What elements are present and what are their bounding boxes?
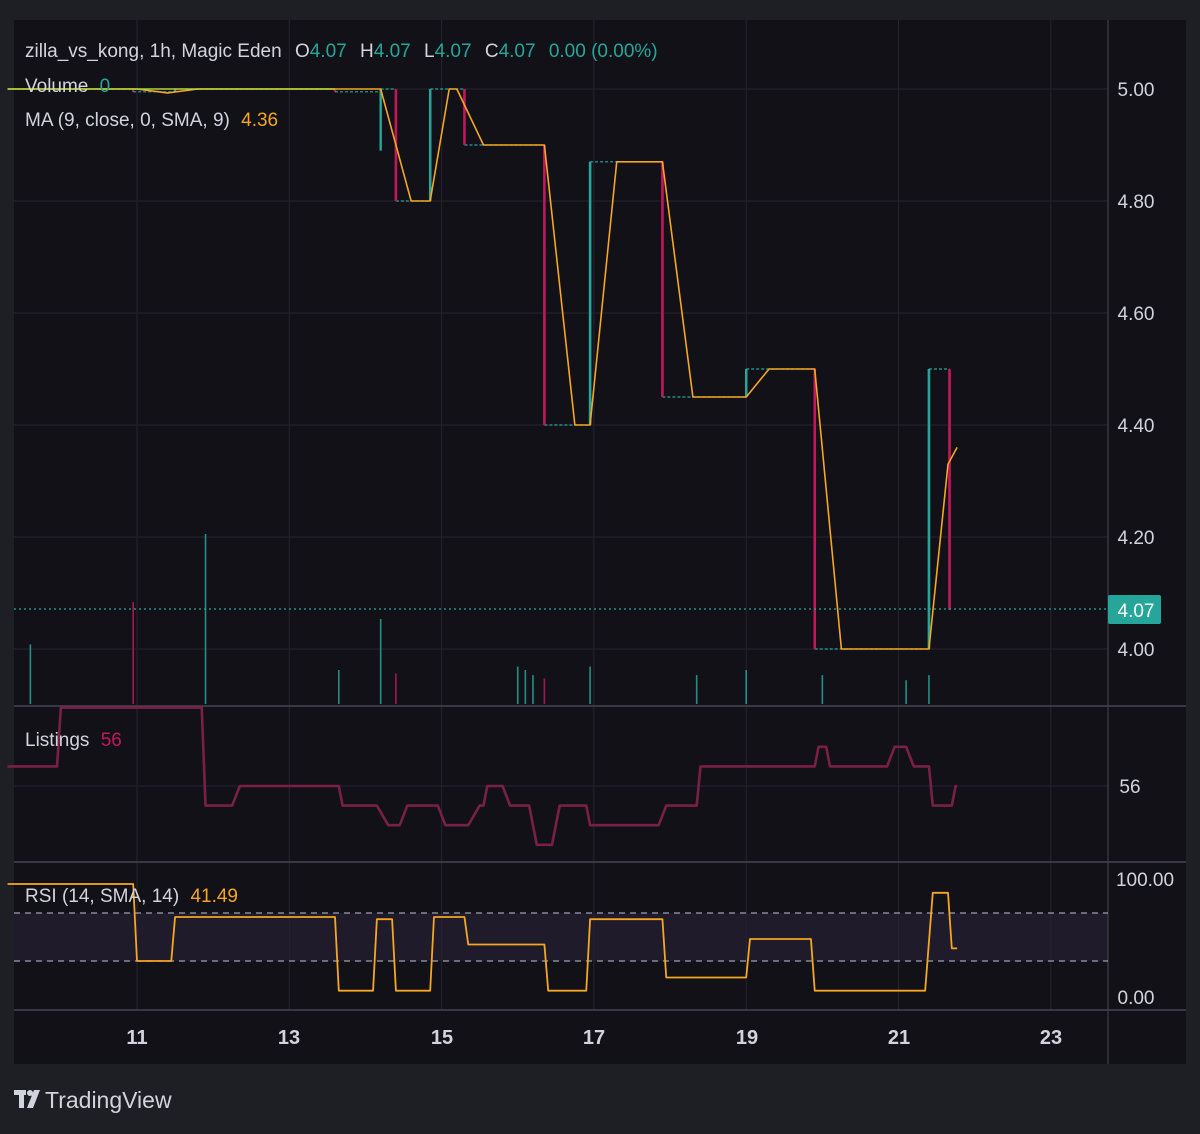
symbol-legend[interactable]: zilla_vs_kong, 1h, Magic Eden O4.07 H4.0…	[25, 41, 658, 62]
price-tick: 4.20	[1118, 528, 1155, 549]
tradingview-logo-icon	[14, 1090, 40, 1108]
volume-bar	[132, 602, 134, 704]
volume-bar	[516, 666, 519, 704]
rsi-legend[interactable]: RSI (14, SMA, 14) 41.49	[25, 886, 238, 907]
volume-bar	[821, 675, 824, 704]
volume-bar	[543, 678, 546, 704]
ohlc-low-key: L	[424, 41, 435, 62]
rsi-band-fill	[14, 913, 1108, 961]
time-tick: 15	[431, 1027, 453, 1049]
price-tick: 4.00	[1118, 640, 1155, 661]
tradingview-wordmark: TradingView	[45, 1087, 172, 1113]
time-tick: 17	[583, 1027, 605, 1049]
volume-bar	[337, 670, 340, 704]
rsi-axis-bottom: 0.00	[1118, 988, 1155, 1009]
volume-bar	[395, 673, 397, 704]
ohlc-high-value: 4.07	[374, 41, 411, 62]
listings-label: Listings	[25, 730, 89, 751]
ohlc-close-value: 4.07	[499, 41, 536, 62]
price-tick: 4.40	[1118, 416, 1155, 437]
ma-value: 4.36	[241, 110, 278, 131]
volume-value: 0	[100, 76, 111, 97]
volume-bar	[524, 670, 527, 704]
rsi-label: RSI (14, SMA, 14)	[25, 886, 179, 907]
ma-label: MA (9, close, 0, SMA, 9)	[25, 110, 230, 131]
tradingview-logo[interactable]: TradingView	[14, 1087, 172, 1113]
volume-bar	[905, 680, 907, 704]
volume-bar	[29, 644, 32, 704]
price-tick: 5.00	[1118, 80, 1155, 101]
ohlc-open-key: O	[295, 41, 310, 62]
volume-bar	[379, 619, 382, 704]
time-tick: 13	[278, 1027, 300, 1049]
ohlc-open-value: 4.07	[310, 41, 347, 62]
ma-legend[interactable]: MA (9, close, 0, SMA, 9) 4.36	[25, 110, 278, 131]
ohlc-low-value: 4.07	[435, 41, 472, 62]
time-tick: 19	[736, 1027, 758, 1049]
listings-value: 56	[101, 730, 122, 751]
time-tick: 11	[126, 1027, 147, 1049]
volume-bar	[928, 675, 930, 704]
rsi-value: 41.49	[190, 886, 238, 907]
price-tick: 4.80	[1118, 192, 1155, 213]
price-tick: 4.60	[1118, 304, 1155, 325]
listings-axis-label: 56	[1119, 777, 1140, 798]
rsi-axis-top: 100.00	[1116, 870, 1174, 891]
current-price-label: 4.07	[1118, 601, 1155, 622]
ohlc-change: 0.00 (0.00%)	[549, 41, 658, 62]
listings-legend[interactable]: Listings 56	[25, 730, 122, 751]
chart-canvas[interactable]: 4.07 5.00 4.80 4.60 4.40 4.20 4.00 56 10…	[0, 0, 1200, 1134]
volume-bar	[589, 666, 591, 704]
volume-bar	[204, 534, 207, 704]
time-tick: 23	[1040, 1027, 1062, 1049]
ohlc-high-key: H	[360, 41, 374, 62]
volume-bar	[695, 675, 698, 704]
ohlc-close-key: C	[485, 41, 499, 62]
symbol-title: zilla_vs_kong, 1h, Magic Eden	[25, 41, 282, 62]
time-tick: 21	[888, 1027, 910, 1049]
volume-bar	[532, 675, 534, 704]
volume-label: Volume	[25, 76, 88, 97]
volume-bar	[745, 670, 747, 704]
